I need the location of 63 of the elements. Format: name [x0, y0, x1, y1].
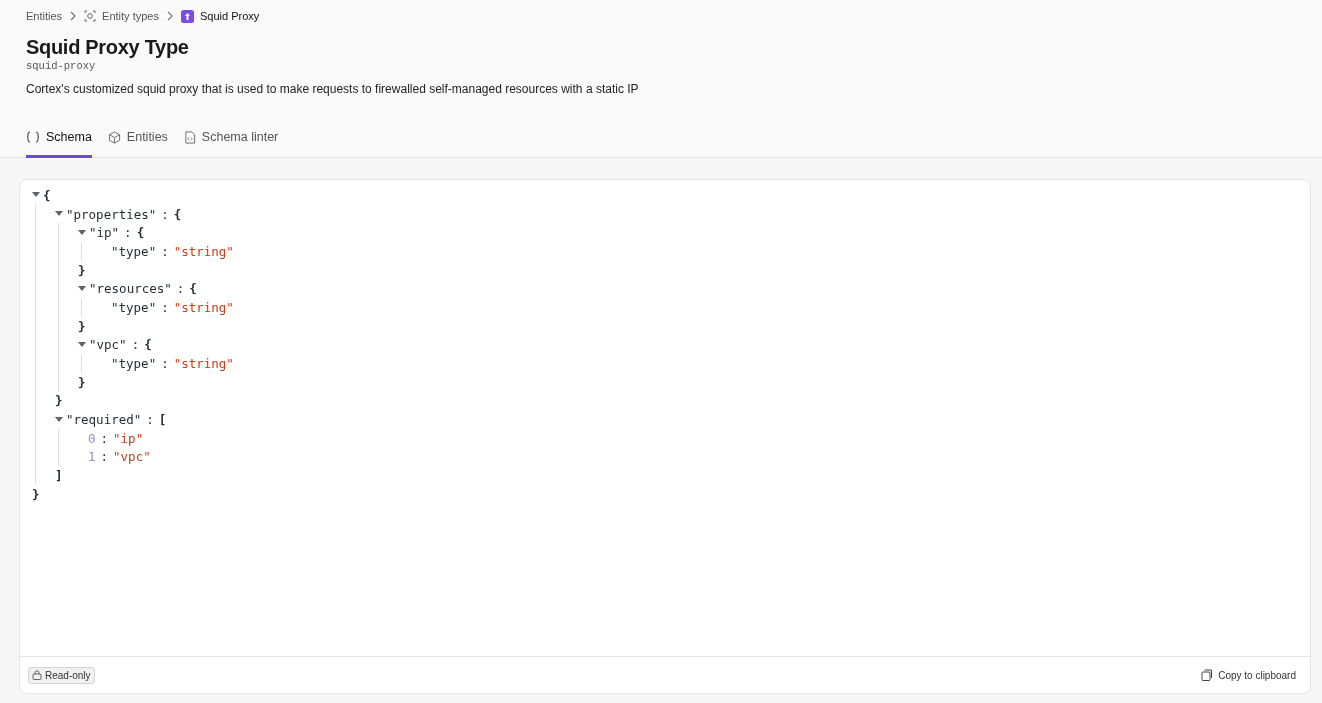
colon: :: [176, 281, 185, 297]
colon: :: [161, 206, 169, 222]
caret-icon[interactable]: [53, 211, 65, 218]
json-key: "properties": [66, 206, 157, 222]
colon: :: [100, 430, 109, 446]
caret-icon[interactable]: [76, 341, 88, 348]
bracket: }: [78, 262, 86, 278]
braces-icon: [26, 131, 40, 143]
json-value: "string": [173, 243, 234, 259]
json-key: "required": [66, 412, 142, 428]
tab[interactable]: Schema: [26, 126, 92, 158]
chevron-icon: [70, 11, 77, 21]
code-file-icon: [183, 130, 196, 144]
json-key: "type": [111, 243, 157, 259]
bracket: [: [158, 412, 167, 428]
json-value: "vpc": [113, 449, 151, 465]
colon: :: [146, 412, 154, 428]
read-only-badge: Read-only: [28, 666, 95, 684]
bracket: }: [78, 318, 86, 334]
bracket: {: [189, 281, 197, 297]
cube-scan-icon: [84, 10, 97, 22]
colon: :: [161, 243, 169, 259]
caret-icon[interactable]: [53, 416, 65, 423]
copy-button[interactable]: Copy to clipboard: [1199, 667, 1298, 683]
bracket: }: [78, 374, 86, 390]
bracket: }: [32, 486, 40, 502]
caret-icon[interactable]: [76, 229, 88, 236]
chevron-icon: [166, 11, 173, 21]
json-value: "ip": [113, 430, 144, 446]
array-index: 0: [88, 430, 96, 446]
bracket: {: [43, 187, 51, 203]
breadcrumb-link[interactable]: Squid Proxy: [199, 10, 260, 22]
json-key: "type": [111, 356, 157, 372]
breadcrumb-link[interactable]: Entities: [26, 10, 63, 22]
colon: :: [161, 356, 169, 372]
entity-type-icon: [180, 9, 194, 23]
bracket: {: [144, 337, 152, 353]
bracket: }: [55, 393, 63, 409]
json-value: "string": [173, 299, 234, 315]
type-tag: squid-proxy: [26, 60, 1296, 72]
copy-icon: [1201, 669, 1214, 681]
tab[interactable]: Entities: [107, 126, 168, 158]
colon: :: [131, 337, 140, 353]
bracket: {: [173, 206, 182, 222]
colon: :: [124, 225, 132, 241]
colon: :: [100, 449, 109, 465]
json-key: "resources": [89, 281, 172, 297]
json-key: "vpc": [89, 337, 127, 353]
caret-icon[interactable]: [30, 192, 42, 199]
cube-icon: [107, 130, 121, 144]
colon: :: [161, 299, 169, 315]
json-value: "string": [173, 356, 234, 372]
breadcrumb-link[interactable]: Entity types: [102, 10, 159, 22]
json-key: "type": [111, 299, 157, 315]
bracket: ]: [55, 468, 63, 484]
tab[interactable]: Schema linter: [183, 126, 279, 158]
array-index: 1: [88, 449, 96, 465]
description: Cortex's customized squid proxy that is used to make requests to firewalled self-managed resources with a static IP: [26, 82, 640, 96]
page-title: Squid Proxy Type: [26, 36, 190, 59]
json-key: "ip": [89, 225, 120, 241]
lock-icon: [32, 670, 42, 680]
caret-icon[interactable]: [76, 285, 88, 292]
bracket: {: [136, 225, 145, 241]
